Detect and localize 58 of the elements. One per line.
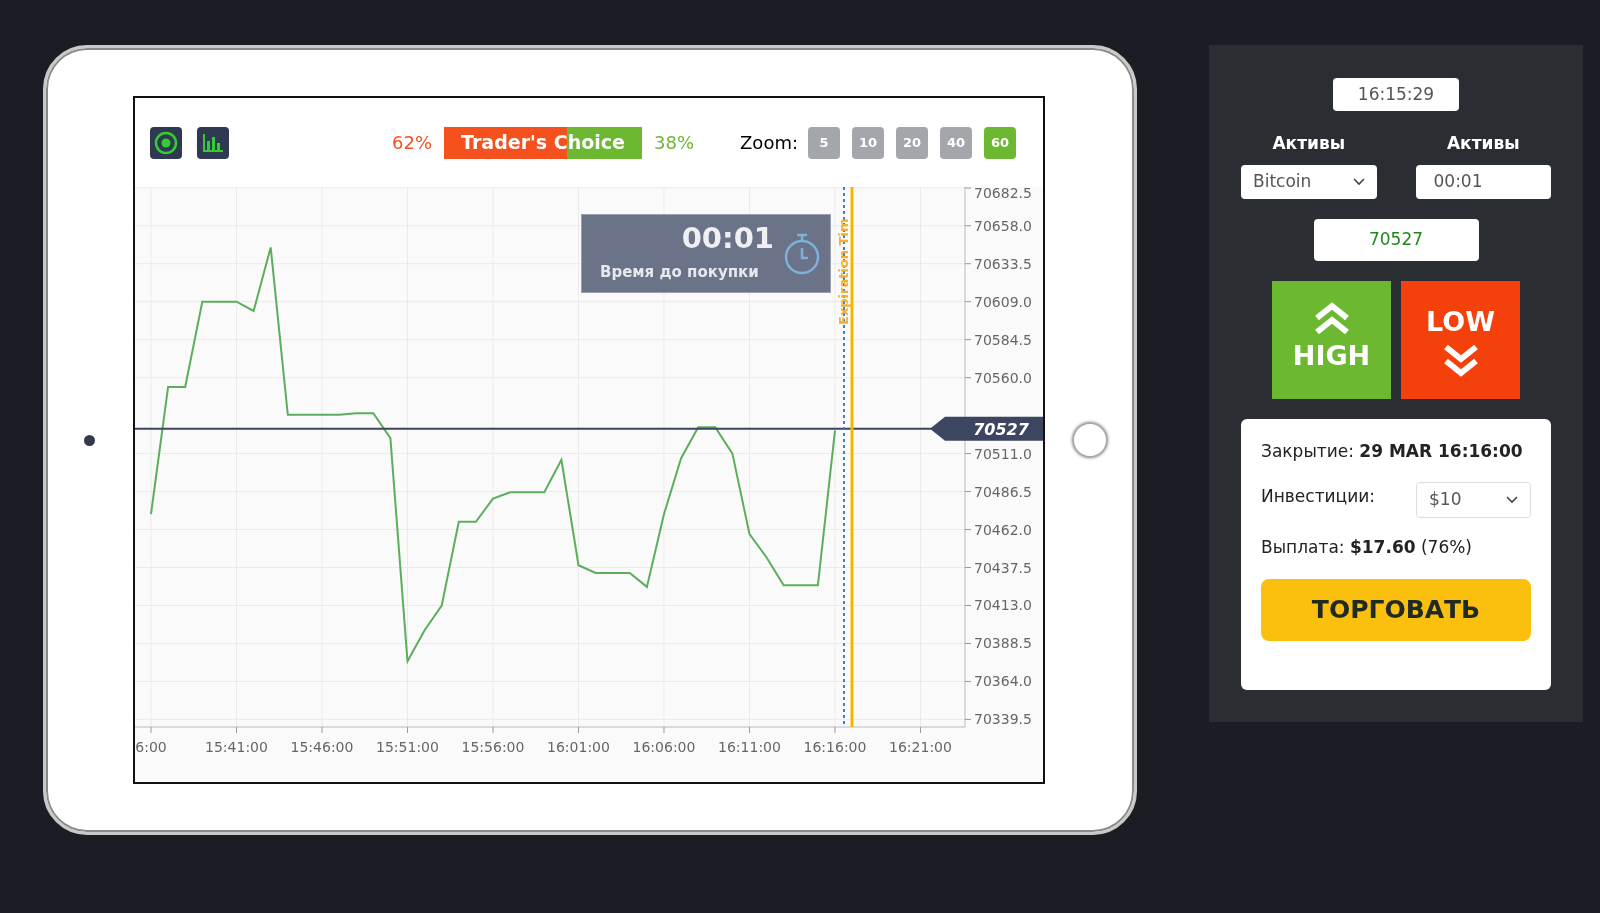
countdown-caption: Время до покупки [600,261,759,283]
trade-button[interactable]: ТОРГОВАТЬ [1261,578,1531,641]
high-button[interactable]: HIGH [1272,280,1391,399]
y-tick-label: 70511.0 [974,445,1032,462]
asset-select[interactable]: Bitcoin [1241,164,1377,199]
y-tick-label: 70388.5 [974,635,1032,652]
x-tick-label: 15:51:00 [376,739,439,755]
x-tick-label: 15:41:00 [205,739,268,755]
y-tick-label: 70609.0 [974,293,1032,310]
y-tick-label: 70658.0 [974,217,1032,234]
chart-type-button[interactable] [197,126,229,159]
investment-label: Инвестиции: [1261,485,1375,508]
asset-label: Активы [1271,132,1347,155]
indicator-tool-button[interactable] [150,126,182,159]
closing-time: Закрытие: 29 MAR 16:16:00 [1261,439,1524,463]
y-tick-label: 70437.5 [974,559,1032,576]
x-tick-label: 15:46:00 [290,739,354,755]
x-tick-label: 6:00 [135,739,167,755]
chevron-down-icon [1352,177,1365,186]
countdown-time: 00:01 [681,223,774,253]
expiration-label: Expiration Tim [836,218,851,325]
target-icon [154,130,178,155]
double-chevron-up-icon [1312,302,1351,337]
zoom-option[interactable]: 40 [940,126,972,159]
x-tick-label: 15:56:00 [461,739,525,755]
chevron-down-icon [1506,496,1518,504]
clock-field: 16:15:29 [1333,78,1459,111]
bar-chart-icon [202,132,224,153]
time-label: Активы [1445,132,1521,155]
y-tick-label: 70462.0 [974,521,1032,538]
low-button[interactable]: LOW [1401,280,1520,399]
y-tick-label: 70339.5 [974,711,1032,728]
stopwatch-icon [782,232,822,275]
y-tick-label: 70633.5 [974,255,1032,272]
y-tick-label: 70364.0 [974,673,1032,690]
x-tick-label: 16:06:00 [632,739,696,755]
y-tick-label: 70486.5 [974,483,1032,500]
price-field: 70527 [1313,218,1479,261]
x-tick-label: 16:01:00 [547,739,610,755]
current-price-badge: 70527 [930,416,1043,441]
low-percent: 38% [654,131,695,155]
y-tick-label: 70413.0 [974,597,1032,614]
time-field[interactable]: 00:01 [1415,164,1551,199]
zoom-option[interactable]: 20 [896,126,928,159]
zoom-option[interactable]: 60 [984,126,1016,159]
y-tick-label: 70682.5 [974,187,1032,201]
x-tick-label: 16:21:00 [889,739,952,755]
zoom-option[interactable]: 10 [852,126,884,159]
high-percent: 62% [392,131,432,155]
x-tick-label: 16:11:00 [718,739,781,755]
double-chevron-down-icon [1441,342,1480,377]
zoom-label: Zoom: [740,131,798,155]
y-tick-label: 70584.5 [974,331,1032,348]
zoom-option[interactable]: 5 [808,126,840,159]
x-tick-label: 16:16:00 [803,739,867,755]
y-tick-label: 70560.0 [974,369,1032,386]
investment-select[interactable]: $10 [1417,483,1530,517]
payout-text: Выплата: $17.60 (76%) [1261,536,1473,559]
